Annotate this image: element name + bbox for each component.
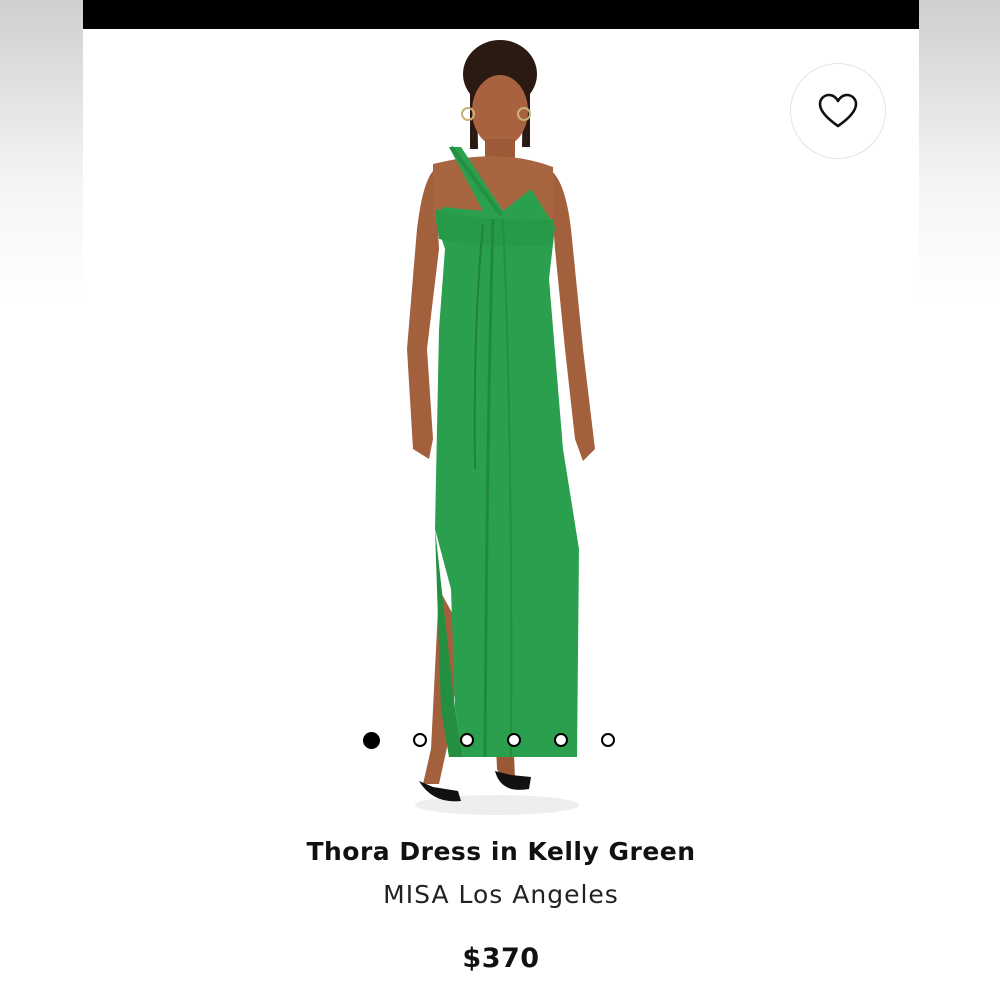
carousel-dot-2[interactable]: [413, 733, 427, 747]
carousel-dots: [363, 731, 615, 749]
product-brand[interactable]: MISA Los Angeles: [83, 880, 919, 909]
right-backdrop: [919, 0, 1000, 1000]
carousel-dot-1[interactable]: [363, 731, 380, 749]
left-backdrop: [0, 0, 83, 1000]
status-bar: [83, 0, 919, 29]
shoe-left: [419, 781, 461, 802]
carousel-dot-5[interactable]: [554, 733, 568, 747]
product-price: $370: [462, 943, 540, 974]
wishlist-button[interactable]: [790, 63, 886, 159]
product-screen: Thora Dress in Kelly Green MISA Los Ange…: [83, 29, 919, 1000]
heart-icon: [818, 93, 858, 128]
carousel-dot-6[interactable]: [601, 733, 615, 747]
carousel-dot-3[interactable]: [460, 733, 474, 747]
product-image[interactable]: [83, 29, 919, 829]
product-title: Thora Dress in Kelly Green: [306, 837, 696, 866]
carousel-dot-4[interactable]: [507, 733, 521, 747]
